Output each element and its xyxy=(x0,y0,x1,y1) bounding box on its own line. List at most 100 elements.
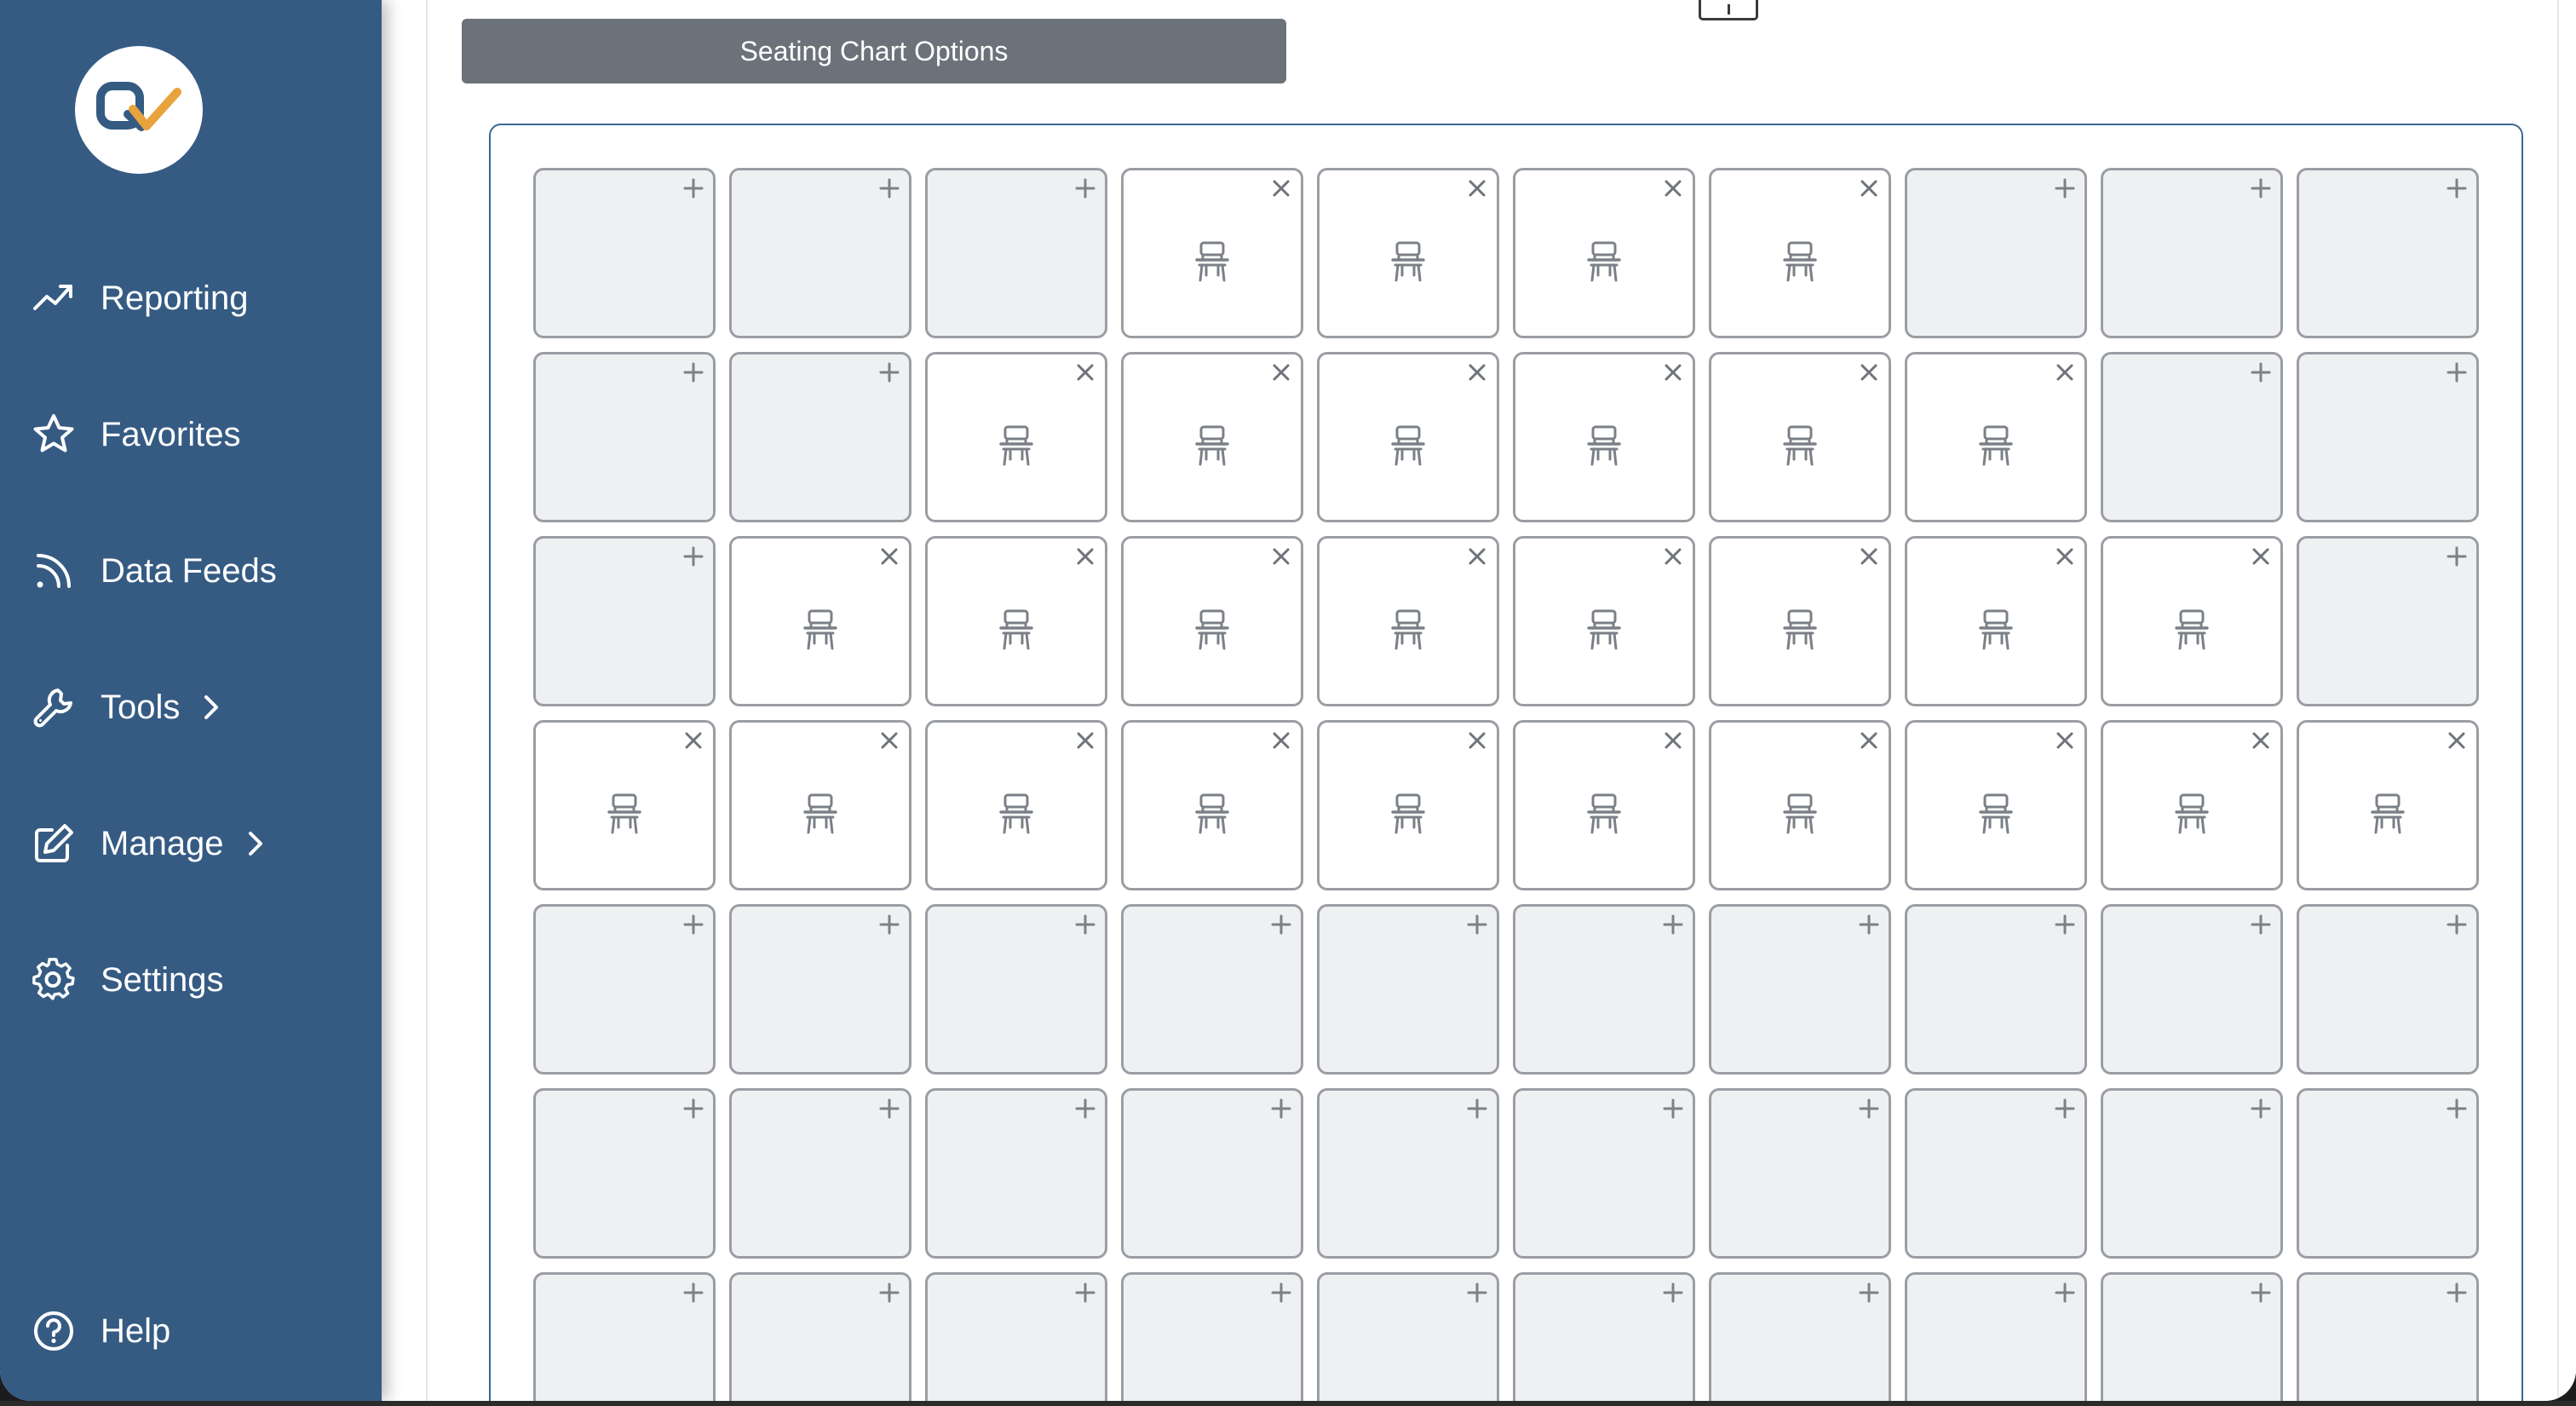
remove-desk-icon[interactable] xyxy=(1072,728,1098,753)
seat-cell-empty[interactable] xyxy=(729,168,911,338)
add-desk-icon[interactable] xyxy=(681,360,706,385)
add-desk-icon[interactable] xyxy=(1660,912,1686,937)
seat-cell-empty[interactable] xyxy=(1905,1088,2087,1259)
seat-cell-empty[interactable] xyxy=(925,168,1107,338)
add-desk-icon[interactable] xyxy=(1268,1280,1294,1305)
add-desk-icon[interactable] xyxy=(681,912,706,937)
seat-cell-occupied[interactable] xyxy=(729,536,911,706)
add-desk-icon[interactable] xyxy=(877,912,902,937)
remove-desk-icon[interactable] xyxy=(681,728,706,753)
remove-desk-icon[interactable] xyxy=(2052,728,2078,753)
remove-desk-icon[interactable] xyxy=(2248,728,2274,753)
remove-desk-icon[interactable] xyxy=(1660,360,1686,385)
seat-cell-occupied[interactable] xyxy=(925,536,1107,706)
seat-cell-occupied[interactable] xyxy=(925,352,1107,522)
seat-cell-occupied[interactable] xyxy=(2101,536,2283,706)
seat-cell-empty[interactable] xyxy=(729,1272,911,1401)
seat-cell-empty[interactable] xyxy=(1121,1272,1303,1401)
add-desk-icon[interactable] xyxy=(1072,176,1098,201)
seat-cell-occupied[interactable] xyxy=(1317,168,1499,338)
seat-cell-empty[interactable] xyxy=(2101,352,2283,522)
seat-cell-empty[interactable] xyxy=(2297,904,2479,1075)
seat-cell-empty[interactable] xyxy=(1905,1272,2087,1401)
seat-cell-occupied[interactable] xyxy=(925,720,1107,890)
seat-cell-occupied[interactable] xyxy=(1121,352,1303,522)
seat-cell-empty[interactable] xyxy=(729,1088,911,1259)
add-desk-icon[interactable] xyxy=(681,176,706,201)
seat-cell-empty[interactable] xyxy=(1905,904,2087,1075)
seat-cell-empty[interactable] xyxy=(729,904,911,1075)
seat-cell-empty[interactable] xyxy=(1905,168,2087,338)
seat-cell-empty[interactable] xyxy=(729,352,911,522)
seat-cell-empty[interactable] xyxy=(1317,904,1499,1075)
add-desk-icon[interactable] xyxy=(877,1096,902,1121)
seating-chart-options-button[interactable]: Seating Chart Options xyxy=(462,19,1286,84)
add-desk-icon[interactable] xyxy=(2444,1280,2470,1305)
seat-cell-empty[interactable] xyxy=(1317,1272,1499,1401)
remove-desk-icon[interactable] xyxy=(877,728,902,753)
remove-desk-icon[interactable] xyxy=(1856,728,1882,753)
sidebar-item-manage[interactable]: Manage xyxy=(31,810,363,878)
add-desk-icon[interactable] xyxy=(2444,360,2470,385)
add-desk-icon[interactable] xyxy=(877,360,902,385)
seat-cell-empty[interactable] xyxy=(1121,904,1303,1075)
sidebar-item-settings[interactable]: Settings xyxy=(31,946,363,1014)
seat-cell-empty[interactable] xyxy=(1121,1088,1303,1259)
add-desk-icon[interactable] xyxy=(1464,1096,1490,1121)
seat-cell-occupied[interactable] xyxy=(2297,720,2479,890)
add-desk-icon[interactable] xyxy=(2444,912,2470,937)
seat-cell-occupied[interactable] xyxy=(1513,168,1695,338)
remove-desk-icon[interactable] xyxy=(1268,360,1294,385)
remove-desk-icon[interactable] xyxy=(1268,176,1294,201)
add-desk-icon[interactable] xyxy=(1072,1280,1098,1305)
seat-cell-empty[interactable] xyxy=(925,904,1107,1075)
add-desk-icon[interactable] xyxy=(1856,912,1882,937)
sidebar-item-data-feeds[interactable]: Data Feeds xyxy=(31,537,363,605)
sidebar-item-help[interactable]: Help xyxy=(31,1297,363,1365)
seat-cell-empty[interactable] xyxy=(2101,904,2283,1075)
remove-desk-icon[interactable] xyxy=(1268,544,1294,569)
remove-desk-icon[interactable] xyxy=(1072,360,1098,385)
add-desk-icon[interactable] xyxy=(1856,1096,1882,1121)
seat-cell-empty[interactable] xyxy=(1513,1272,1695,1401)
seat-cell-empty[interactable] xyxy=(533,1272,716,1401)
remove-desk-icon[interactable] xyxy=(877,544,902,569)
remove-desk-icon[interactable] xyxy=(2052,544,2078,569)
seat-cell-empty[interactable] xyxy=(925,1272,1107,1401)
seat-cell-empty[interactable] xyxy=(1709,1088,1891,1259)
seat-cell-empty[interactable] xyxy=(533,536,716,706)
seat-cell-empty[interactable] xyxy=(533,352,716,522)
seat-cell-empty[interactable] xyxy=(2297,536,2479,706)
seat-cell-empty[interactable] xyxy=(2297,168,2479,338)
sidebar-item-tools[interactable]: Tools xyxy=(31,673,363,741)
add-desk-icon[interactable] xyxy=(877,1280,902,1305)
seat-cell-empty[interactable] xyxy=(925,1088,1107,1259)
seat-cell-occupied[interactable] xyxy=(1709,720,1891,890)
seat-cell-empty[interactable] xyxy=(1317,1088,1499,1259)
remove-desk-icon[interactable] xyxy=(1856,544,1882,569)
add-desk-icon[interactable] xyxy=(2248,912,2274,937)
add-desk-icon[interactable] xyxy=(2248,1096,2274,1121)
seat-cell-occupied[interactable] xyxy=(1709,168,1891,338)
seat-cell-occupied[interactable] xyxy=(1709,536,1891,706)
add-desk-icon[interactable] xyxy=(2248,360,2274,385)
add-desk-icon[interactable] xyxy=(2444,544,2470,569)
seat-cell-empty[interactable] xyxy=(2297,1088,2479,1259)
remove-desk-icon[interactable] xyxy=(1660,544,1686,569)
add-desk-icon[interactable] xyxy=(1268,1096,1294,1121)
remove-desk-icon[interactable] xyxy=(1660,728,1686,753)
seat-cell-empty[interactable] xyxy=(2101,1272,2283,1401)
add-desk-icon[interactable] xyxy=(1268,912,1294,937)
add-desk-icon[interactable] xyxy=(2052,176,2078,201)
seat-cell-occupied[interactable] xyxy=(729,720,911,890)
seat-cell-occupied[interactable] xyxy=(1513,720,1695,890)
seat-cell-occupied[interactable] xyxy=(1905,536,2087,706)
add-desk-icon[interactable] xyxy=(1464,1280,1490,1305)
remove-desk-icon[interactable] xyxy=(2444,728,2470,753)
seat-cell-occupied[interactable] xyxy=(1121,720,1303,890)
seat-cell-empty[interactable] xyxy=(2101,168,2283,338)
remove-desk-icon[interactable] xyxy=(1268,728,1294,753)
seat-cell-empty[interactable] xyxy=(2297,352,2479,522)
add-desk-icon[interactable] xyxy=(1856,1280,1882,1305)
add-desk-icon[interactable] xyxy=(877,176,902,201)
